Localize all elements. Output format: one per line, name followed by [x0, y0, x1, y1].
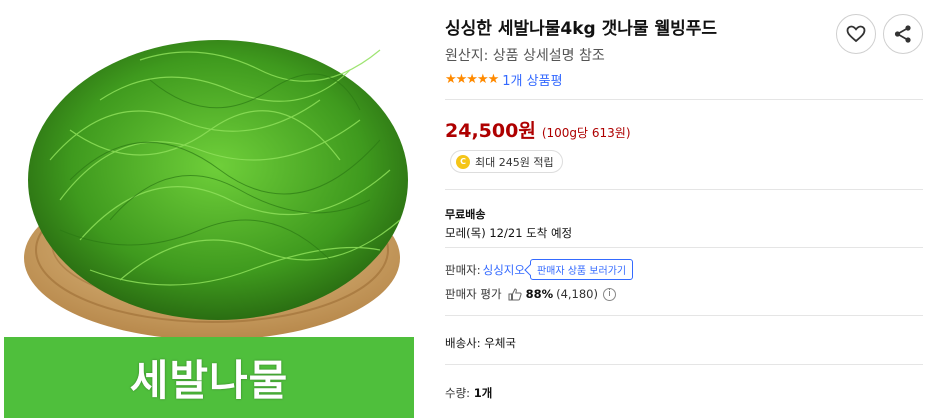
- sale-price: 24,500원: [445, 120, 536, 142]
- seller-label: 판매자:: [445, 262, 481, 277]
- share-button[interactable]: [883, 14, 923, 54]
- product-info-panel: 싱싱한 세발나물4kg 갯나물 웰빙푸드 원산지: 상품 상세설명 참조 ★★★…: [445, 0, 923, 418]
- seller-products-button[interactable]: 판매자 상품 보러가기: [529, 259, 634, 280]
- image-caption-text: 세발나물: [129, 356, 289, 405]
- divider: [445, 364, 923, 365]
- carrier-text: 배송사: 우체국: [445, 336, 517, 350]
- quantity-label: 수량:: [445, 386, 471, 400]
- image-caption-bar: 세발나물: [4, 337, 414, 418]
- points-text: 최대 245원 적립: [475, 155, 554, 169]
- divider: [445, 189, 923, 190]
- coin-icon: C: [456, 154, 470, 169]
- price-row: 24,500원 (100g당 613원): [445, 116, 631, 143]
- points-badge: C 최대 245원 적립: [450, 150, 563, 173]
- thumbs-up-icon: [508, 287, 522, 300]
- quantity-value[interactable]: 1개: [474, 386, 493, 400]
- info-icon[interactable]: i: [603, 287, 616, 301]
- shipping-type: 무료배송: [445, 208, 486, 221]
- origin-text: 원산지: 상품 상세설명 참조: [445, 48, 605, 64]
- product-title: 싱싱한 세발나물4kg 갯나물 웰빙푸드: [445, 19, 718, 39]
- seller-row: 판매자: 싱싱지오 판매자 상품 보러가기: [445, 259, 634, 280]
- seller-name-link[interactable]: 싱싱지오: [483, 262, 525, 278]
- product-image: 세발나물: [0, 0, 420, 418]
- divider: [445, 247, 923, 248]
- rating-stars: ★★★★★: [445, 72, 499, 87]
- divider: [445, 99, 923, 100]
- seller-rating-label: 판매자 평가: [445, 287, 502, 301]
- review-count-link[interactable]: 1개 상품평: [502, 70, 562, 89]
- unit-price: (100g당 613원): [541, 126, 631, 140]
- divider: [445, 315, 923, 316]
- rating-row: ★★★★★ 1개 상품평: [445, 70, 563, 89]
- heart-icon: [846, 25, 866, 43]
- seller-rating-percent: 88%: [525, 287, 554, 301]
- arrival-date: 모레(목) 12/21 도착 예정: [445, 226, 573, 240]
- seller-rating-row: 판매자 평가 88% (4,180) i: [445, 286, 616, 302]
- share-icon: [894, 25, 911, 43]
- wishlist-button[interactable]: [836, 14, 876, 54]
- seller-rating-count: (4,180): [556, 287, 598, 301]
- quantity-row: 수량: 1개: [445, 385, 492, 401]
